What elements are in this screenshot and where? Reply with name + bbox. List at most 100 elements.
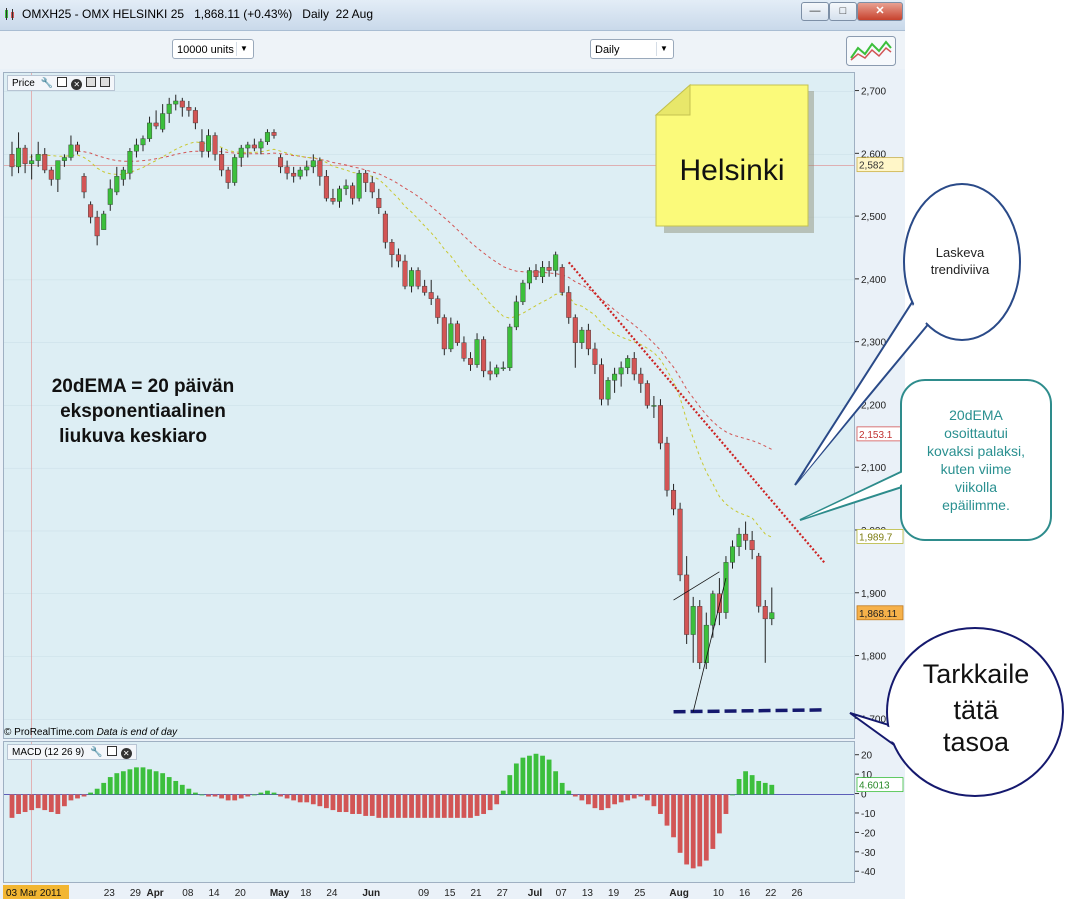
wrench-icon[interactable]: 🔧 bbox=[41, 76, 53, 91]
macd-panel-header: MACD (12 26 9) 🔧 ✕ bbox=[7, 744, 137, 760]
macd-bar-negative bbox=[9, 794, 15, 818]
candle-up bbox=[166, 103, 172, 114]
chart-toolbar: 10000 units ▼ Daily ▼ bbox=[0, 31, 905, 69]
candle-down bbox=[762, 606, 768, 620]
macd-bar-negative bbox=[455, 794, 460, 818]
candle-up bbox=[579, 329, 585, 343]
candle-up bbox=[513, 301, 519, 328]
down-arrow-icon[interactable] bbox=[100, 77, 111, 87]
macd-axis-label: 20 bbox=[861, 751, 873, 762]
candle-up bbox=[205, 135, 211, 152]
close-icon[interactable]: ✕ bbox=[71, 79, 83, 90]
candle-up bbox=[120, 169, 126, 180]
period-select[interactable]: Daily ▼ bbox=[590, 39, 674, 59]
window-titlebar[interactable]: OMXH25 - OMX HELSINKI 25 1,868.11 (+0.43… bbox=[0, 0, 905, 31]
macd-bar-positive bbox=[743, 771, 748, 795]
candle-down bbox=[48, 169, 54, 180]
chart-style-icon[interactable] bbox=[846, 36, 896, 66]
candle-up bbox=[520, 282, 526, 303]
macd-axis-label: -10 bbox=[861, 809, 876, 820]
macd-bar-negative bbox=[245, 794, 251, 797]
candle-up bbox=[553, 254, 559, 271]
macd-axis-label: -40 bbox=[861, 867, 876, 878]
macd-bar-positive bbox=[271, 792, 277, 795]
x-axis-label: 08 bbox=[182, 888, 194, 899]
minimize-button[interactable]: — bbox=[801, 2, 829, 21]
candle-up bbox=[474, 339, 480, 365]
chevron-down-icon: ▼ bbox=[236, 42, 251, 56]
candle-up bbox=[723, 562, 729, 613]
candle-down bbox=[389, 242, 395, 255]
candle-up bbox=[448, 323, 454, 350]
units-select[interactable]: 10000 units ▼ bbox=[172, 39, 254, 59]
macd-bar-negative bbox=[690, 794, 696, 869]
macd-bar-positive bbox=[507, 775, 513, 795]
candle-down bbox=[153, 122, 159, 127]
candle-up bbox=[540, 267, 546, 277]
window-icon[interactable] bbox=[57, 77, 68, 87]
x-axis-label: Apr bbox=[146, 888, 163, 899]
candle-up bbox=[337, 188, 343, 202]
macd-bar-negative bbox=[638, 794, 644, 797]
candle-up bbox=[245, 144, 251, 149]
window-icon[interactable] bbox=[106, 746, 117, 756]
candle-up bbox=[127, 150, 133, 174]
macd-bar-negative bbox=[396, 794, 401, 818]
macd-bar-negative bbox=[35, 794, 41, 809]
maximize-button[interactable]: □ bbox=[829, 2, 857, 21]
macd-bar-positive bbox=[520, 757, 526, 795]
candle-down bbox=[278, 157, 284, 168]
price-axis-label: 1,700 bbox=[861, 714, 886, 725]
y-axis: 2,7002,6002,5002,4002,3002,2002,1002,000… bbox=[855, 87, 904, 878]
candle-down bbox=[546, 267, 552, 271]
macd-bar-positive bbox=[756, 780, 762, 795]
candle-up bbox=[55, 160, 61, 180]
macd-bar-negative bbox=[343, 794, 349, 813]
instrument-name: OMXH25 - OMX HELSINKI 25 bbox=[22, 7, 185, 21]
candle-up bbox=[618, 367, 624, 375]
up-arrow-icon[interactable] bbox=[86, 77, 97, 87]
chevron-down-icon: ▼ bbox=[656, 42, 671, 56]
macd-bar-negative bbox=[310, 794, 316, 805]
macd-bar-negative bbox=[337, 794, 342, 813]
candle-down bbox=[225, 169, 231, 183]
candle-down bbox=[350, 185, 356, 199]
candle-down bbox=[251, 144, 257, 149]
candle-down bbox=[395, 254, 401, 262]
candle-up bbox=[16, 147, 22, 168]
macd-bar-negative bbox=[317, 794, 323, 807]
candle-down bbox=[481, 339, 487, 372]
candle-up bbox=[310, 160, 316, 168]
bubble-trendline-line1: Laskeva bbox=[936, 245, 985, 260]
macd-bar-negative bbox=[664, 794, 670, 826]
macd-bar-positive bbox=[160, 773, 166, 795]
macd-bar-negative bbox=[494, 794, 500, 805]
candle-down bbox=[376, 198, 382, 208]
candle-up bbox=[612, 373, 618, 381]
candle-down bbox=[638, 373, 644, 384]
x-axis-label: 18 bbox=[300, 888, 312, 899]
macd-bar-positive bbox=[553, 771, 559, 795]
x-axis-label: Jul bbox=[528, 888, 543, 899]
price-axis-label: 2,200 bbox=[861, 400, 886, 411]
candle-down bbox=[422, 285, 428, 293]
macd-bar-negative bbox=[75, 794, 80, 799]
candle-down bbox=[657, 405, 663, 444]
x-axis-label: 10 bbox=[713, 888, 725, 899]
candle-down bbox=[9, 154, 15, 168]
macd-bar-positive bbox=[736, 779, 742, 795]
candle-down bbox=[284, 166, 290, 174]
support-level-line bbox=[673, 708, 825, 714]
candle-up bbox=[147, 122, 153, 139]
candle-down bbox=[402, 260, 408, 287]
candle-down bbox=[631, 358, 637, 375]
bubble-ema-line3: kovaksi palaksi, bbox=[927, 443, 1025, 459]
macd-bar-negative bbox=[29, 794, 35, 811]
close-button[interactable]: ✕ bbox=[857, 2, 903, 21]
macd-bar-positive bbox=[559, 782, 565, 795]
x-axis-label: 26 bbox=[791, 888, 803, 899]
macd-bar-negative bbox=[297, 794, 303, 803]
candle-down bbox=[212, 135, 218, 155]
close-icon[interactable]: ✕ bbox=[120, 748, 132, 759]
wrench-icon[interactable]: 🔧 bbox=[90, 745, 102, 760]
